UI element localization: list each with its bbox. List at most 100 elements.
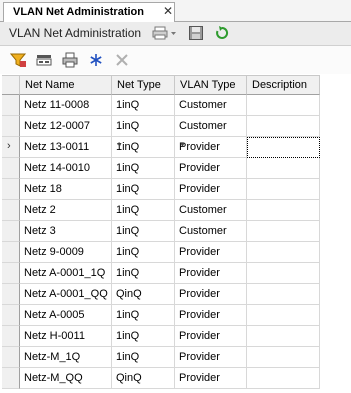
grid-cell[interactable]: Provider [175,179,247,200]
column-header-net-name[interactable]: Net Name [20,75,112,95]
grid-cell[interactable] [247,200,320,221]
grid-cell[interactable]: Provider [175,284,247,305]
grid-cell[interactable]: Provider [175,368,247,389]
grid-cell[interactable]: Customer [175,221,247,242]
print-dropdown-icon[interactable] [152,25,178,41]
cell-value: Provider [179,246,220,258]
row-selector[interactable] [2,368,20,389]
delete-icon[interactable] [114,52,130,68]
grid-cell[interactable]: Netz 11-0008 [20,95,112,116]
grid-cell[interactable]: Provider [175,158,247,179]
grid-cell[interactable] [247,326,320,347]
column-header-net-type[interactable]: Net Type [112,75,175,95]
row-selector[interactable] [2,200,20,221]
grid-cell[interactable]: 1inQ [112,95,175,116]
grid-cell[interactable]: Netz H-0011 [20,326,112,347]
snowflake-icon[interactable] [88,52,104,68]
grid-cell[interactable] [247,263,320,284]
grid-cell[interactable] [247,242,320,263]
grid-cell[interactable]: Netz A-0001_QQ [20,284,112,305]
grid-cell[interactable]: Customer [175,95,247,116]
grid-cell[interactable]: 1inQ [112,179,175,200]
grid-cell[interactable] [247,284,320,305]
grid-cell[interactable]: Netz-M_1Q [20,347,112,368]
row-selector[interactable] [2,326,20,347]
panel-title: VLAN Net Administration [9,26,142,40]
row-selector[interactable] [2,179,20,200]
grid-cell[interactable]: 1inQ [112,158,175,179]
grid-cell[interactable]: 1inQ [112,347,175,368]
grid-cell[interactable]: Netz-M_QQ [20,368,112,389]
cell-value: Provider [179,351,220,363]
row-selector[interactable] [2,284,20,305]
grid-cell[interactable]: 1inQ ▼ [112,137,175,158]
cell-value: 1inQ [116,267,140,279]
grid-cell[interactable]: Provider [175,326,247,347]
row-selector[interactable] [2,221,20,242]
grid-cell[interactable] [247,116,320,137]
grid-cell[interactable] [247,158,320,179]
cell-value: Netz A-0005 [24,309,85,321]
grid-cell[interactable]: 1inQ [112,221,175,242]
grid-cell[interactable]: 1inQ [112,263,175,284]
column-header-description[interactable]: Description [247,75,320,95]
cell-value: Customer [179,99,227,111]
grid-cell[interactable]: Provider [175,242,247,263]
grid-cell[interactable]: Netz 9-0009 [20,242,112,263]
close-icon[interactable]: ✕ [163,4,173,18]
grid-cell[interactable]: Netz 18 [20,179,112,200]
save-icon[interactable] [188,25,204,41]
row-selector[interactable] [2,158,20,179]
grid-cell[interactable]: QinQ [112,368,175,389]
grid-cell[interactable] [247,221,320,242]
column-header-label: Net Type [117,79,161,91]
dropdown-arrow-icon[interactable]: ▼ [179,142,242,149]
grid-cell[interactable] [247,179,320,200]
row-selector[interactable] [2,347,20,368]
row-selector[interactable] [2,242,20,263]
grid-cell[interactable]: 1inQ [112,200,175,221]
tab-vlan-net-administration[interactable]: VLAN Net Administration ✕ [3,2,175,22]
row-selector[interactable] [2,305,20,326]
grid-cell[interactable] [247,95,320,116]
grid-cell[interactable]: Provider [175,263,247,284]
row-selector[interactable] [2,116,20,137]
grid-cell[interactable]: Netz 2 [20,200,112,221]
grid-cell[interactable]: Netz 3 [20,221,112,242]
row-selector[interactable]: › [2,137,20,158]
grid-cell[interactable]: Netz 13-0011 [20,137,112,158]
grid-cell[interactable] [247,305,320,326]
cell-value: 1inQ [116,309,140,321]
cell-value: Netz-M_1Q [24,351,81,363]
filter-icon[interactable] [10,52,26,68]
columns-icon[interactable] [36,52,52,68]
grid-cell[interactable]: Customer [175,200,247,221]
print-icon[interactable] [62,52,78,68]
grid-cell[interactable]: Netz A-0005 [20,305,112,326]
grid-cell[interactable]: Netz 14-0010 [20,158,112,179]
refresh-icon[interactable] [214,25,230,41]
grid-cell[interactable]: 1inQ [112,305,175,326]
grid-cell[interactable] [247,368,320,389]
cell-value: Netz A-0001_1Q [24,267,106,279]
cell-value: Netz 12-0007 [24,120,91,132]
row-selector[interactable] [2,263,20,284]
column-header-vlan-type[interactable]: VLAN Type [175,75,247,95]
grid-cell[interactable]: Customer [175,116,247,137]
grid-cell[interactable]: 1inQ [112,242,175,263]
grid-cell[interactable] [247,347,320,368]
dropdown-arrow-icon[interactable]: ▼ [116,142,170,149]
grid-cell[interactable]: Netz A-0001_1Q [20,263,112,284]
grid-cell[interactable]: QinQ [112,284,175,305]
grid-cell[interactable]: Netz 12-0007 [20,116,112,137]
grid-cell[interactable]: Provider ▼ [175,137,247,158]
grid-cell[interactable]: Provider [175,305,247,326]
column-header-label: Net Name [25,79,75,91]
cell-value: Netz-M_QQ [24,372,83,384]
grid-cell[interactable]: 1inQ [112,326,175,347]
grid-cell[interactable]: 1inQ [112,116,175,137]
cell-value: 1inQ [116,330,140,342]
active-cell[interactable] [247,137,320,158]
row-selector[interactable] [2,95,20,116]
grid-cell[interactable]: Provider [175,347,247,368]
